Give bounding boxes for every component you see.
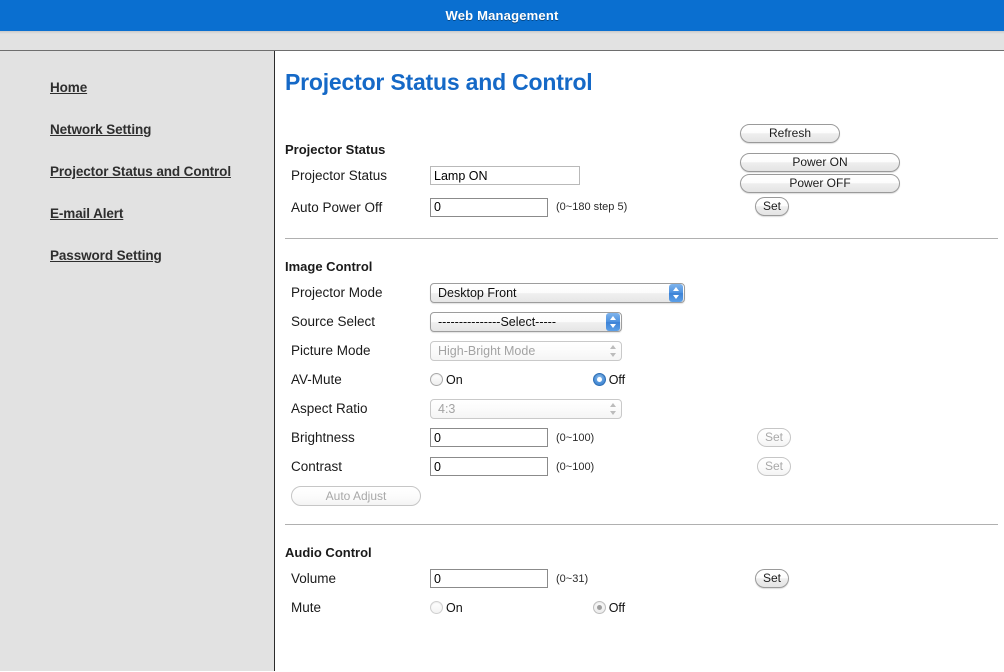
stepper-up-down-icon <box>606 312 620 331</box>
radio-checked-icon <box>592 373 606 386</box>
stepper-up-down-icon <box>606 342 620 360</box>
hint-volume: (0~31) <box>556 572 589 585</box>
mute-on-radio: On <box>430 601 463 615</box>
stepper-up-down-icon <box>606 400 620 418</box>
row-av-mute: AV-Mute On Off <box>285 365 1004 394</box>
aspect-ratio-select: 4:3 <box>430 398 622 419</box>
row-auto-adjust: Auto Adjust <box>285 481 1004 510</box>
row-auto-power-off: Auto Power Off (0~180 step 5) Set <box>285 190 1004 224</box>
field-projector-status <box>430 166 580 185</box>
app-header-bar: Web Management <box>0 0 1004 31</box>
av-mute-on-radio[interactable]: On <box>430 373 463 387</box>
auto-power-off-input[interactable] <box>430 197 548 217</box>
radio-checked-icon <box>592 601 606 614</box>
aspect-ratio-selected-value: 4:3 <box>438 401 456 416</box>
auto-power-off-actions: Set <box>755 197 1004 216</box>
app-title: Web Management <box>445 8 559 23</box>
row-projector-status: Projector Status Refresh Power ON Power … <box>285 124 1004 193</box>
contrast-set-button: Set <box>757 457 791 476</box>
field-auto-power-off <box>430 197 548 217</box>
source-select-selected-value: ---------------Select----- <box>438 314 556 329</box>
contrast-actions: Set <box>757 457 1004 476</box>
sidebar-item-email-alert[interactable]: E-mail Alert <box>0 207 274 221</box>
label-av-mute: AV-Mute <box>291 372 342 387</box>
projector-status-actions: Refresh <box>740 124 990 143</box>
label-picture-mode: Picture Mode <box>291 343 371 358</box>
auto-power-off-set-button[interactable]: Set <box>755 197 789 216</box>
section-title-image-control: Image Control <box>285 259 373 274</box>
label-contrast: Contrast <box>291 459 343 474</box>
brightness-input[interactable] <box>430 428 548 447</box>
row-mute: Mute On Off <box>285 593 1004 622</box>
mute-off-radio: Off <box>592 600 626 615</box>
sidebar-nav: Home Network Setting Projector Status an… <box>0 51 275 671</box>
label-volume: Volume <box>291 571 337 586</box>
field-aspect-ratio: 4:3 <box>430 398 622 419</box>
radio-unchecked-icon <box>430 601 443 614</box>
row-picture-mode: Picture Mode High-Bright Mode <box>285 336 1004 365</box>
av-mute-radio-group: On Off <box>430 373 625 387</box>
power-buttons-group: Power ON Power OFF <box>740 153 990 193</box>
brightness-actions: Set <box>757 428 1004 447</box>
row-projector-mode: Projector Mode Desktop Front <box>285 278 1004 307</box>
divider-projector-status <box>285 238 998 239</box>
divider-image-control <box>285 524 998 525</box>
row-volume: Volume (0~31) Set <box>285 564 1004 593</box>
mute-off-label: Off <box>608 600 626 615</box>
field-projector-mode: Desktop Front <box>430 282 685 303</box>
label-source-select: Source Select <box>291 314 376 329</box>
header-subbar <box>0 34 1004 51</box>
av-mute-on-label: On <box>446 372 463 387</box>
label-auto-power-off: Auto Power Off <box>291 199 383 215</box>
field-brightness <box>430 428 548 447</box>
mute-radio-group: On Off <box>430 601 625 615</box>
row-source-select: Source Select ---------------Select----- <box>285 307 1004 336</box>
label-brightness: Brightness <box>291 430 355 445</box>
auto-adjust-button: Auto Adjust <box>291 485 421 506</box>
source-select-select[interactable]: ---------------Select----- <box>430 311 622 332</box>
auto-adjust-wrap: Auto Adjust <box>285 485 421 506</box>
field-picture-mode: High-Bright Mode <box>430 340 622 361</box>
picture-mode-select: High-Bright Mode <box>430 340 622 361</box>
stepper-up-down-icon <box>669 283 683 302</box>
projector-mode-select[interactable]: Desktop Front <box>430 282 685 303</box>
label-projector-status: Projector Status <box>291 168 388 183</box>
volume-actions: Set <box>755 569 1004 588</box>
sidebar-item-projector-status-and-control[interactable]: Projector Status and Control <box>0 165 274 179</box>
contrast-input[interactable] <box>430 457 548 476</box>
label-projector-mode: Projector Mode <box>291 285 383 300</box>
hint-contrast: (0~100) <box>556 460 595 473</box>
av-mute-off-label: Off <box>608 372 626 387</box>
av-mute-off-radio[interactable]: Off <box>592 372 626 387</box>
projector-mode-selected-value: Desktop Front <box>438 285 517 300</box>
sidebar-item-network-setting[interactable]: Network Setting <box>0 123 274 137</box>
power-on-button[interactable]: Power ON <box>740 153 900 172</box>
label-aspect-ratio: Aspect Ratio <box>291 401 368 416</box>
field-volume <box>430 569 548 588</box>
section-title-audio-control: Audio Control <box>285 545 372 560</box>
page-body: Home Network Setting Projector Status an… <box>0 51 1004 671</box>
brightness-set-button: Set <box>757 428 791 447</box>
row-contrast: Contrast (0~100) Set <box>285 452 1004 481</box>
field-source-select: ---------------Select----- <box>430 311 622 332</box>
hint-brightness: (0~100) <box>556 431 595 444</box>
sidebar-item-home[interactable]: Home <box>0 81 274 95</box>
picture-mode-selected-value: High-Bright Mode <box>438 343 536 358</box>
content-panel: Projector Status Projector Status Refres… <box>275 124 1004 622</box>
label-mute: Mute <box>291 600 322 615</box>
row-brightness: Brightness (0~100) Set <box>285 423 1004 452</box>
projector-status-value-input[interactable] <box>430 166 580 185</box>
field-contrast <box>430 457 548 476</box>
row-aspect-ratio: Aspect Ratio 4:3 <box>285 394 1004 423</box>
sidebar-item-password-setting[interactable]: Password Setting <box>0 249 274 263</box>
mute-on-label: On <box>446 600 463 615</box>
radio-unchecked-icon <box>430 373 443 386</box>
refresh-button[interactable]: Refresh <box>740 124 840 143</box>
page-title: Projector Status and Control <box>285 69 593 95</box>
main-content: Projector Status and Control Projector S… <box>275 51 1004 671</box>
hint-auto-power-off: (0~180 step 5) <box>556 201 628 213</box>
volume-set-button[interactable]: Set <box>755 569 789 588</box>
volume-input[interactable] <box>430 569 548 588</box>
